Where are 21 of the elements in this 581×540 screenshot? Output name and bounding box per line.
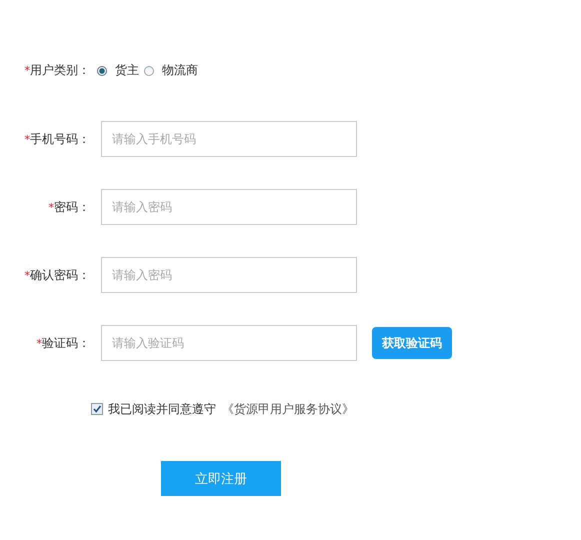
field-label: 用户类别： [30, 62, 90, 79]
radio-label[interactable]: 物流商 [162, 62, 198, 79]
field-label: 验证码： [42, 334, 90, 352]
radio-button[interactable] [144, 66, 154, 76]
field-label: 确认密码： [30, 266, 90, 284]
required-mark: * [24, 268, 30, 282]
input-field[interactable]: 请输入验证码 [101, 325, 357, 361]
required-mark: * [24, 132, 30, 146]
input-field[interactable]: 请输入手机号码 [101, 121, 357, 157]
checkbox[interactable] [91, 403, 103, 415]
required-mark: * [48, 200, 54, 214]
field-label: 手机号码： [30, 130, 90, 148]
required-mark: * [36, 336, 42, 350]
required-mark: * [24, 64, 30, 77]
radio-button[interactable] [97, 66, 107, 76]
radio-label[interactable]: 货主 [115, 62, 139, 79]
field-label: 密码： [54, 198, 90, 216]
agreement-link[interactable]: 《货源甲用户服务协议》 [222, 400, 354, 418]
agreement-text: 我已阅读并同意遵守 [108, 400, 216, 418]
input-field[interactable]: 请输入密码 [101, 189, 357, 225]
input-field[interactable]: 请输入密码 [101, 257, 357, 293]
